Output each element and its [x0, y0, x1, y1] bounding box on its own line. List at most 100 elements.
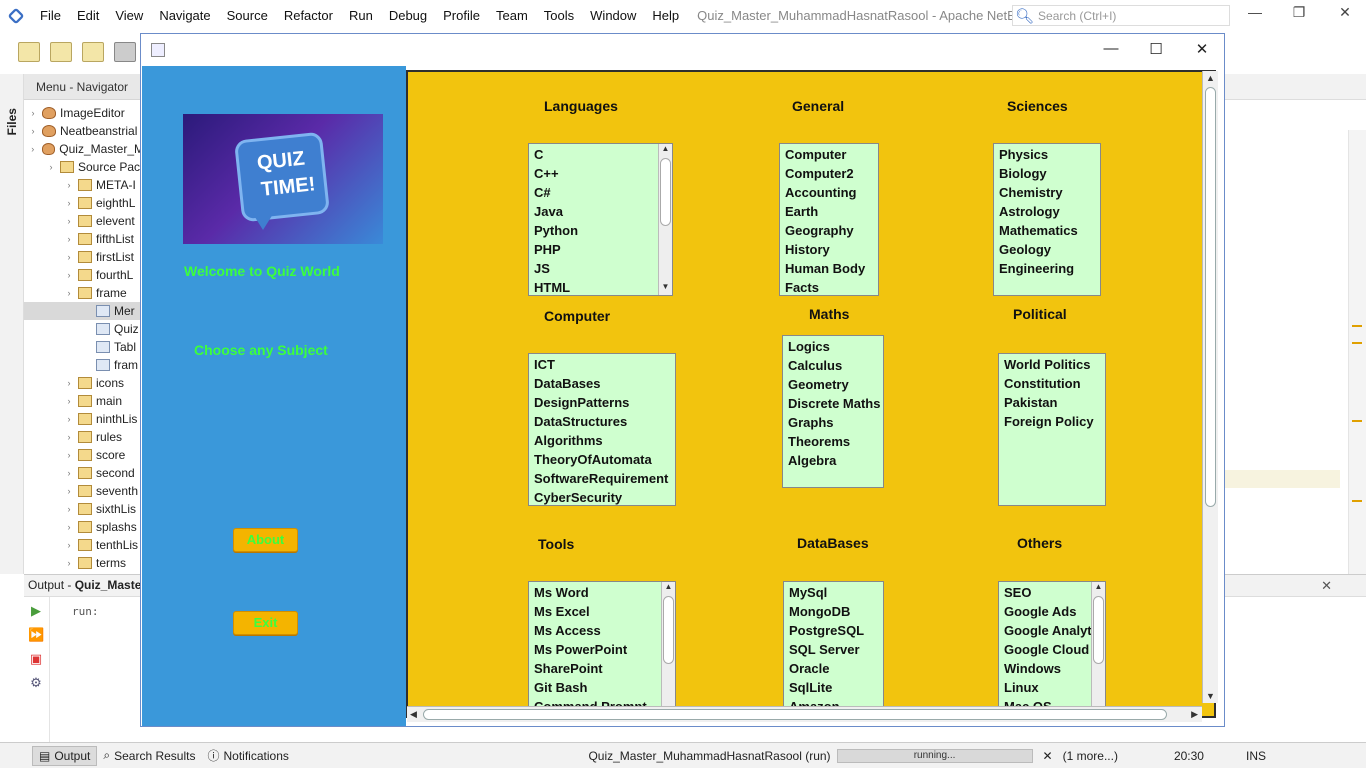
list-item[interactable]: DesignPatterns	[529, 393, 675, 412]
expand-chevron-icon[interactable]: ›	[64, 522, 74, 532]
new-file-icon[interactable]	[18, 42, 40, 62]
files-tab[interactable]: Files	[5, 108, 19, 135]
expand-chevron-icon[interactable]: ›	[64, 450, 74, 460]
expand-chevron-icon[interactable]: ›	[64, 252, 74, 262]
settings-icon[interactable]: ⚙	[28, 675, 44, 691]
list-item[interactable]: ICT	[529, 355, 675, 374]
subject-list-sciences[interactable]: Physics Biology Chemistry Astrology Mathemat…	[993, 143, 1101, 296]
expand-chevron-icon[interactable]: ›	[64, 558, 74, 568]
exit-button[interactable]: Exit	[233, 611, 298, 635]
list-item[interactable]: Calculus	[783, 356, 883, 375]
list-item[interactable]: PHP	[529, 240, 672, 259]
menu-source[interactable]: Source	[219, 0, 276, 31]
list-item[interactable]: Java	[529, 202, 672, 221]
tree-item[interactable]: › main	[24, 392, 144, 410]
menu-team[interactable]: Team	[488, 0, 536, 31]
expand-chevron-icon[interactable]: ›	[64, 378, 74, 388]
expand-chevron-icon[interactable]: ›	[64, 540, 74, 550]
list-item[interactable]: Earth	[780, 202, 878, 221]
list-item[interactable]: Oracle	[784, 659, 883, 678]
list-item[interactable]: Git Bash	[529, 678, 675, 697]
tree-item[interactable]: › splashs	[24, 518, 144, 536]
expand-chevron-icon[interactable]: ›	[64, 504, 74, 514]
list-item[interactable]: Biology	[994, 164, 1100, 183]
list-item[interactable]: Python	[529, 221, 672, 240]
list-item[interactable]: C	[529, 145, 672, 164]
open-project-icon[interactable]	[82, 42, 104, 62]
list-item[interactable]: Graphs	[783, 413, 883, 432]
subject-list-computer[interactable]: ICT DataBases DesignPatterns DataStructures…	[528, 353, 676, 506]
list-item[interactable]: CyberSecurity	[529, 488, 675, 505]
list-item[interactable]: DataStructures	[529, 412, 675, 431]
subjects-horizontal-scrollbar[interactable]: ◀ ▶	[407, 706, 1202, 722]
tree-item[interactable]: › icons	[24, 374, 144, 392]
tree-item[interactable]: › sixthLis	[24, 500, 144, 518]
subject-list-languages[interactable]: C C++ C# Java Python PHP JS HTML ▲ ▼	[528, 143, 673, 296]
tree-item[interactable]: › rules	[24, 428, 144, 446]
list-item[interactable]: Ms Excel	[529, 602, 675, 621]
list-item[interactable]: Astrology	[994, 202, 1100, 221]
list-scrollbar[interactable]: ▲▼	[1091, 582, 1105, 716]
list-item[interactable]: World Politics	[999, 355, 1105, 374]
list-scrollbar[interactable]: ▲▼	[661, 582, 675, 716]
expand-chevron-icon[interactable]: ›	[28, 144, 38, 154]
expand-chevron-icon[interactable]: ›	[64, 234, 74, 244]
menu-profile[interactable]: Profile	[435, 0, 488, 31]
about-button[interactable]: About	[233, 528, 298, 552]
subjects-vertical-scrollbar[interactable]: ▲ ▼	[1202, 71, 1218, 703]
tree-item[interactable]: › seventh	[24, 482, 144, 500]
list-item[interactable]: Constitution	[999, 374, 1105, 393]
tree-item[interactable]: Quiz	[24, 320, 144, 338]
menu-edit[interactable]: Edit	[69, 0, 107, 31]
more-tasks-link[interactable]: (1 more...)	[1063, 749, 1118, 763]
list-item[interactable]: MongoDB	[784, 602, 883, 621]
list-item[interactable]: Google Analytics	[999, 621, 1105, 640]
list-item[interactable]: Human Body	[780, 259, 878, 278]
list-item[interactable]: Google Cloud Platform	[999, 640, 1105, 659]
list-item[interactable]: Facts	[780, 278, 878, 295]
list-item[interactable]: Discrete Maths	[783, 394, 883, 413]
list-item[interactable]: HTML	[529, 278, 672, 295]
list-item[interactable]: SEO	[999, 583, 1105, 602]
expand-chevron-icon[interactable]: ›	[46, 162, 56, 172]
list-item[interactable]: Algorithms	[529, 431, 675, 450]
list-item[interactable]: Algebra	[783, 451, 883, 470]
list-item[interactable]: SqlLite	[784, 678, 883, 697]
menu-file[interactable]: File	[32, 0, 69, 31]
subject-list-general[interactable]: Computer Computer2 Accounting Earth Geograph…	[779, 143, 879, 296]
tree-item[interactable]: › fifthList	[24, 230, 144, 248]
list-item[interactable]: Ms Word	[529, 583, 675, 602]
subject-list-tools[interactable]: Ms Word Ms Excel Ms Access Ms PowerPoint Sha…	[528, 581, 676, 716]
cancel-task-icon[interactable]: ✕	[1043, 749, 1053, 763]
list-item[interactable]: Foreign Policy	[999, 412, 1105, 431]
list-item[interactable]: PostgreSQL	[784, 621, 883, 640]
app-close-button[interactable]: ✕	[1182, 40, 1222, 58]
subject-list-others[interactable]: SEO Google Ads Google Analytics Google Clou…	[998, 581, 1106, 716]
list-item[interactable]: Geometry	[783, 375, 883, 394]
tree-item[interactable]: › ninthLis	[24, 410, 144, 428]
list-item[interactable]: Physics	[994, 145, 1100, 164]
list-item[interactable]: Engineering	[994, 259, 1100, 278]
list-item[interactable]: JS	[529, 259, 672, 278]
expand-chevron-icon[interactable]: ›	[64, 288, 74, 298]
tree-item[interactable]: › terms	[24, 554, 144, 572]
expand-chevron-icon[interactable]: ›	[64, 270, 74, 280]
menu-debug[interactable]: Debug	[381, 0, 435, 31]
list-item[interactable]: Geography	[780, 221, 878, 240]
tree-item[interactable]: Tabl	[24, 338, 144, 356]
notifications-tab[interactable]: ⓘ Notifications	[201, 746, 294, 766]
expand-chevron-icon[interactable]: ›	[64, 198, 74, 208]
expand-chevron-icon[interactable]: ›	[28, 108, 38, 118]
list-scrollbar[interactable]: ▲▼	[658, 144, 672, 295]
subject-list-databases[interactable]: MySql MongoDB PostgreSQL SQL Server Oracle Sq…	[783, 581, 884, 716]
list-item[interactable]: Pakistan	[999, 393, 1105, 412]
tree-item[interactable]: › META-I	[24, 176, 144, 194]
save-all-icon[interactable]	[114, 42, 136, 62]
list-item[interactable]: Windows	[999, 659, 1105, 678]
tree-item[interactable]: Mer	[24, 302, 144, 320]
tree-item[interactable]: › second	[24, 464, 144, 482]
list-item[interactable]: TheoryOfAutomata	[529, 450, 675, 469]
expand-chevron-icon[interactable]: ›	[64, 414, 74, 424]
menu-run[interactable]: Run	[341, 0, 381, 31]
tree-item[interactable]: › ImageEditor	[24, 104, 144, 122]
